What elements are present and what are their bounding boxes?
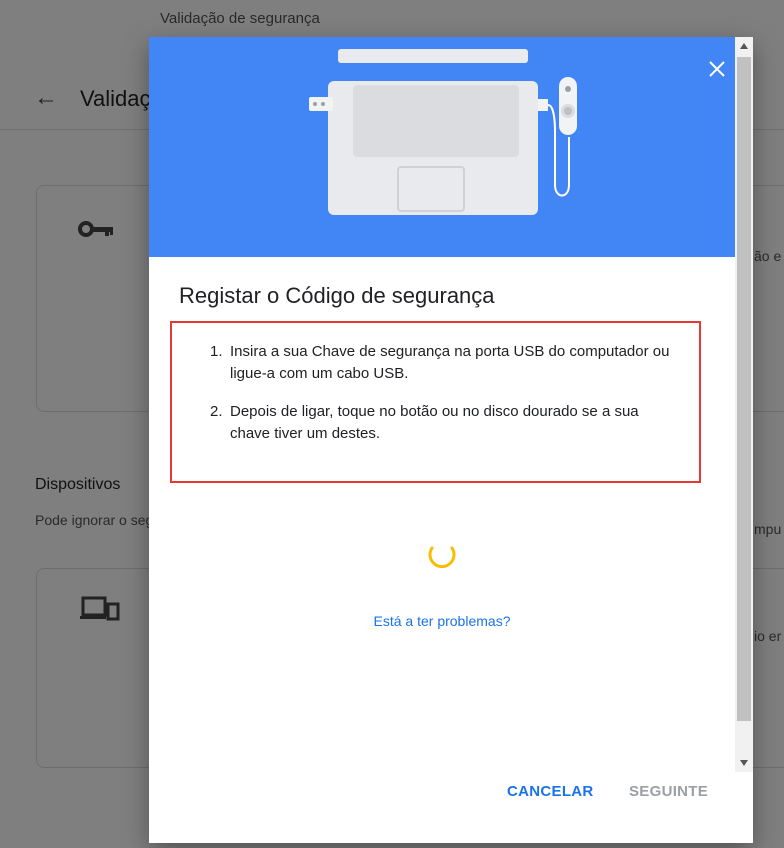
dialog-title: Registar o Código de segurança [179,283,495,308]
step-number: 2. [210,403,223,420]
dialog-scrollbar[interactable] [735,37,753,772]
cancel-button[interactable]: CANCELAR [507,783,594,800]
loading-spinner-icon [426,539,458,571]
step-text: Insira a sua Chave de segurança na porta… [230,343,670,382]
next-button[interactable]: SEGUINTE [629,783,708,800]
scrollbar-thumb[interactable] [737,57,751,721]
instruction-step: 2. Depois de ligar, toque no botão ou no … [210,401,680,445]
instruction-step: 1. Insira a sua Chave de segurança na por… [210,341,680,385]
scroll-up-arrow-icon[interactable] [735,37,753,55]
instructions-highlight: 1. Insira a sua Chave de segurança na por… [170,321,701,483]
security-key-dialog: Registar o Código de segurança 1. Insira … [149,37,753,843]
laptop-usb-illustration [309,49,577,215]
dialog-illustration [149,37,735,257]
trouble-link[interactable]: Está a ter problemas? [149,613,735,629]
instructions-list: 1. Insira a sua Chave de segurança na por… [210,341,680,461]
step-text: Depois de ligar, toque no botão ou no di… [230,403,639,442]
step-number: 1. [210,343,223,360]
close-icon[interactable] [705,57,729,81]
scroll-down-arrow-icon[interactable] [735,754,753,772]
